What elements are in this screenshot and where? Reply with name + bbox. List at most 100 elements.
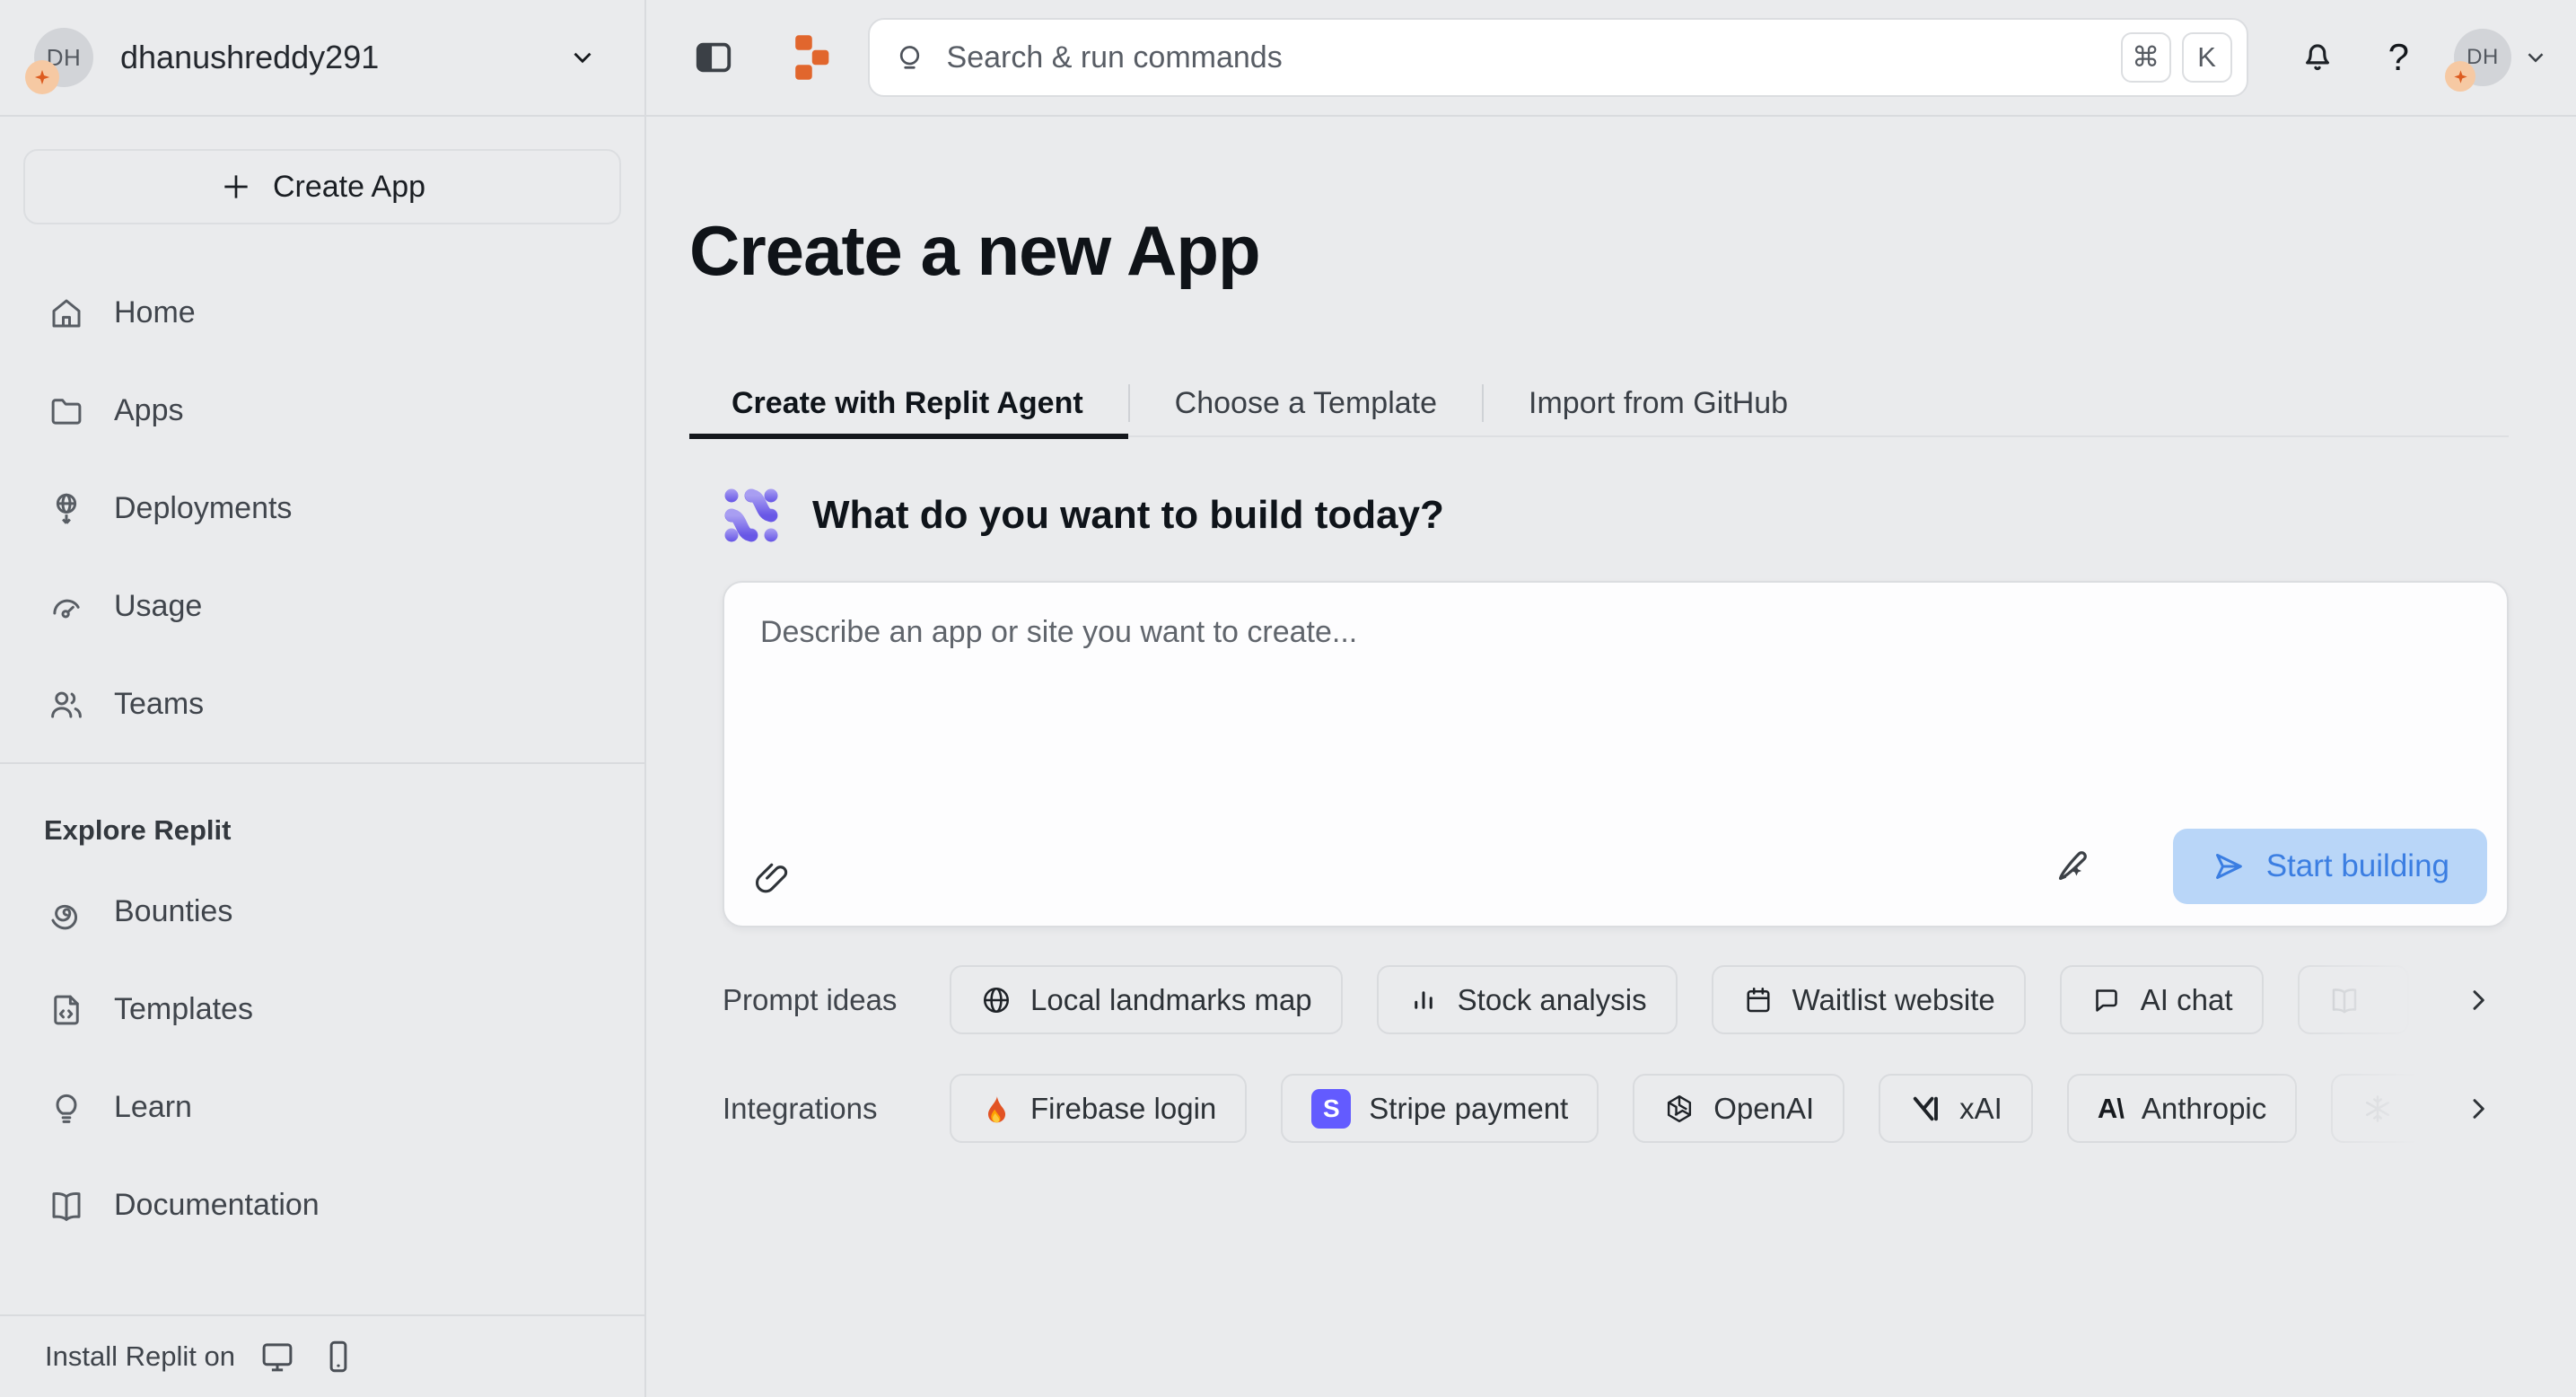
folder-icon <box>48 392 85 430</box>
attach-button[interactable] <box>753 859 793 899</box>
sidebar-item-home[interactable]: Home <box>0 264 644 362</box>
replit-ai-logo <box>723 487 780 544</box>
home-icon <box>48 294 85 332</box>
search-icon <box>895 41 927 74</box>
chip-partial[interactable] <box>2298 965 2409 1034</box>
chip-ai-chat[interactable]: AI chat <box>2060 965 2264 1034</box>
snowflake-icon <box>2361 1093 2394 1125</box>
search-input[interactable] <box>947 40 2121 75</box>
tab-create-with-agent[interactable]: Create with Replit Agent <box>689 371 1128 435</box>
sidebar-item-label: Learn <box>114 1090 192 1125</box>
create-app-button[interactable]: Create App <box>23 149 621 224</box>
sidebar-divider <box>0 762 644 764</box>
explore-section-header: Explore Replit <box>0 804 644 857</box>
desktop-icon[interactable] <box>258 1338 296 1375</box>
chip-stripe-payment[interactable]: S Stripe payment <box>1281 1074 1599 1143</box>
chip-label: OpenAI <box>1713 1092 1814 1126</box>
sparkle-badge-icon <box>25 60 59 94</box>
bar-chart-icon <box>1407 984 1440 1016</box>
start-building-label: Start building <box>2266 848 2449 884</box>
integrations-chips: Firebase login S Stripe payment OpenAI <box>950 1074 2444 1143</box>
chip-waitlist-website[interactable]: Waitlist website <box>1712 965 2026 1034</box>
chip-xai[interactable]: xAI <box>1879 1074 2033 1143</box>
chip-openai[interactable]: OpenAI <box>1633 1074 1844 1143</box>
sidebar-item-label: Documentation <box>114 1188 320 1223</box>
start-building-button[interactable]: Start building <box>2173 829 2487 904</box>
explore-nav: Bounties Templates Learn Documentation <box>0 863 644 1254</box>
chevron-down-icon <box>2522 44 2549 71</box>
install-replit-row: Install Replit on <box>0 1314 644 1397</box>
create-tabs: Create with Replit Agent Choose a Templa… <box>689 371 2509 437</box>
chip-label: AI chat <box>2141 983 2233 1017</box>
avatar: DH <box>2454 29 2511 86</box>
chip-label: Local landmarks map <box>1030 983 1312 1017</box>
prompt-textarea[interactable] <box>724 583 2507 825</box>
scroll-right-button[interactable] <box>2458 1089 2498 1129</box>
notifications-button[interactable] <box>2299 37 2336 79</box>
install-label: Install Replit on <box>45 1340 235 1373</box>
chip-label: Firebase login <box>1030 1092 1216 1126</box>
sidebar-toggle-button[interactable] <box>693 37 734 78</box>
sidebar-item-bounties[interactable]: Bounties <box>0 863 644 961</box>
chip-label: Stock analysis <box>1458 983 1647 1017</box>
chip-anthropic[interactable]: A\ Anthropic <box>2067 1074 2297 1143</box>
tab-choose-template[interactable]: Choose a Template <box>1130 371 1482 435</box>
primary-nav: Home Apps Deployments Usage Teams <box>0 264 644 753</box>
bell-icon <box>2299 37 2336 75</box>
sidebar-item-teams[interactable]: Teams <box>0 655 644 753</box>
account-switcher[interactable]: DH dhanushreddy291 <box>0 0 644 117</box>
sidebar-item-label: Apps <box>114 393 184 428</box>
sidebar-item-templates[interactable]: Templates <box>0 961 644 1059</box>
command-search: ⌘ K <box>868 18 2248 97</box>
sparkle-badge-icon <box>2445 61 2475 92</box>
sidebar-item-apps[interactable]: Apps <box>0 362 644 460</box>
sidebar-item-label: Bounties <box>114 894 232 929</box>
chip-local-landmarks-map[interactable]: Local landmarks map <box>950 965 1343 1034</box>
page-title: Create a new App <box>689 210 2576 292</box>
openai-icon <box>1663 1093 1695 1125</box>
sidebar-item-label: Deployments <box>114 491 292 526</box>
integrations-label: Integrations <box>723 1092 907 1126</box>
chip-label: Waitlist website <box>1792 983 1995 1017</box>
pen-sparkle-icon <box>2053 845 2094 886</box>
sidebar: DH dhanushreddy291 Create App Home Apps <box>0 0 646 1397</box>
replit-logo[interactable] <box>790 31 835 83</box>
book-icon <box>2328 984 2361 1016</box>
sidebar-item-label: Teams <box>114 687 204 722</box>
calendar-icon <box>1742 984 1774 1016</box>
lightbulb-icon <box>48 1089 85 1127</box>
sidebar-item-documentation[interactable]: Documentation <box>0 1156 644 1254</box>
replit-app: DH dhanushreddy291 Create App Home Apps <box>0 0 2576 1397</box>
stripe-s-icon: S <box>1311 1089 1351 1129</box>
content: Create a new App Create with Replit Agen… <box>646 117 2576 1397</box>
agent-heading-row: What do you want to build today? <box>723 487 2509 544</box>
firebase-flame-icon <box>980 1093 1012 1125</box>
scroll-right-button[interactable] <box>2458 980 2498 1020</box>
globe-icon <box>980 984 1012 1016</box>
chip-stock-analysis[interactable]: Stock analysis <box>1377 965 1678 1034</box>
file-code-icon <box>48 991 85 1029</box>
chip-partial[interactable] <box>2331 1074 2442 1143</box>
sidebar-item-label: Usage <box>114 589 202 624</box>
anthropic-icon: A\ <box>2098 1093 2124 1125</box>
help-button[interactable]: ? <box>2388 36 2409 79</box>
sidebar-item-label: Templates <box>114 992 253 1027</box>
kbd-cmd: ⌘ <box>2121 32 2171 83</box>
username: dhanushreddy291 <box>120 39 567 76</box>
gauge-icon <box>48 588 85 626</box>
sidebar-item-learn[interactable]: Learn <box>0 1059 644 1156</box>
mobile-icon[interactable] <box>320 1338 357 1375</box>
prompt-box: Start building <box>723 581 2509 927</box>
tab-import-github[interactable]: Import from GitHub <box>1484 371 1833 435</box>
chevron-right-icon <box>2464 986 2493 1015</box>
create-app-label: Create App <box>273 170 425 205</box>
agent-panel: What do you want to build today? Start b… <box>723 487 2509 1143</box>
book-icon <box>48 1187 85 1225</box>
integrations-row: Integrations Firebase login S Stripe pay… <box>723 1074 2509 1143</box>
chip-firebase-login[interactable]: Firebase login <box>950 1074 1247 1143</box>
improve-prompt-button[interactable] <box>2053 845 2094 886</box>
account-menu[interactable]: DH <box>2454 29 2549 86</box>
sidebar-item-deployments[interactable]: Deployments <box>0 460 644 558</box>
deployments-icon <box>48 490 85 528</box>
sidebar-item-usage[interactable]: Usage <box>0 558 644 655</box>
